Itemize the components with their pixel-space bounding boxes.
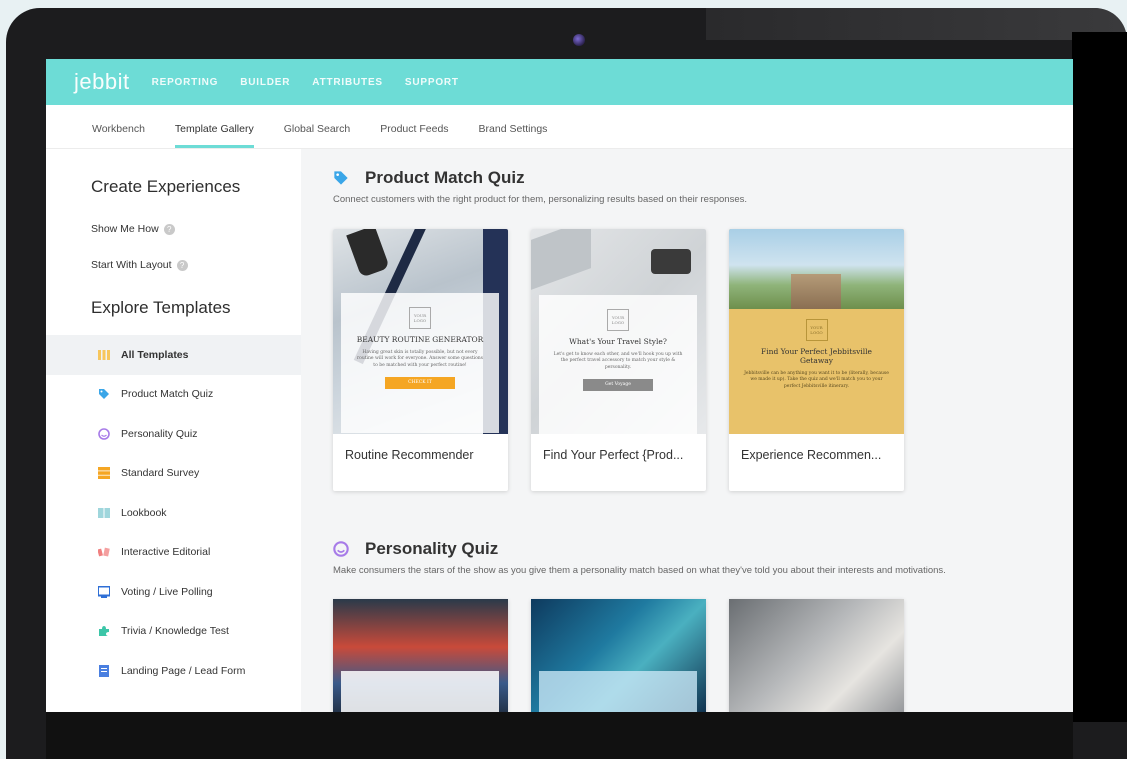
sidebar-item-label: All Templates: [121, 348, 189, 361]
sidebar-item-label: Lookbook: [121, 506, 167, 519]
section-title: Personality Quiz: [333, 539, 1073, 559]
sidebar-item-standard-survey[interactable]: Standard Survey: [46, 454, 301, 494]
puzzle-icon: [99, 626, 109, 637]
nav-reporting[interactable]: REPORTING: [152, 77, 219, 88]
template-card[interactable]: [531, 599, 706, 712]
help-icon[interactable]: ?: [163, 223, 175, 235]
sidebar-item-lookbook[interactable]: Lookbook: [46, 493, 301, 533]
template-card[interactable]: YOUR LOGO Find Your Perfect Jebbitsville…: [729, 229, 904, 491]
sidebar-item-product-match-quiz[interactable]: Product Match Quiz: [46, 375, 301, 415]
card-title: Experience Recommen...: [741, 448, 882, 462]
sidebar-item-label: Landing Page / Lead Form: [121, 664, 246, 677]
sidebar-item-interactive-editorial[interactable]: Interactive Editorial: [46, 533, 301, 573]
template-card[interactable]: [333, 599, 508, 712]
laptop-bottom-bezel: [46, 712, 1073, 759]
template-cards: [333, 599, 1073, 712]
explore-templates-heading: Explore Templates: [91, 298, 231, 317]
tab-product-feeds[interactable]: Product Feeds: [380, 123, 448, 148]
nav-attributes[interactable]: ATTRIBUTES: [312, 77, 383, 88]
bezel-reflection: [706, 8, 1127, 40]
survey-icon: [98, 467, 110, 480]
tab-template-gallery[interactable]: Template Gallery: [174, 123, 254, 148]
sidebar-item-voting[interactable]: Voting / Live Polling: [46, 572, 301, 612]
product-bottle: [346, 229, 390, 278]
show-me-how-link[interactable]: Show Me How ?: [46, 223, 301, 235]
section-personality-quiz: Personality Quiz Make consumers the star…: [333, 539, 1073, 712]
editorial-icon: [98, 547, 110, 557]
card-overlay: YOUR LOGO BEAUTY ROUTINE GENERATOR Havin…: [341, 293, 499, 433]
card-title: Routine Recommender: [345, 448, 474, 462]
sidebar-item-label: Personality Quiz: [121, 427, 198, 440]
template-card[interactable]: YOUR LOGO What's Your Travel Style? Let'…: [531, 229, 706, 491]
card-overlay: [539, 671, 697, 712]
section-description: Make consumers the stars of the show as …: [333, 565, 946, 576]
book-icon: [98, 507, 110, 518]
card-image-travel: YOUR LOGO What's Your Travel Style? Let'…: [531, 229, 706, 434]
section-title-text: Product Match Quiz: [365, 168, 525, 187]
card-title: Find Your Perfect {Prod...: [543, 448, 684, 462]
section-description: Connect customers with the right product…: [333, 194, 747, 205]
grid-icon: [98, 349, 110, 360]
card-image-getaway: YOUR LOGO Find Your Perfect Jebbitsville…: [729, 229, 904, 434]
sidebar-item-all-templates[interactable]: All Templates: [46, 335, 301, 375]
boardwalk-photo: [791, 274, 841, 309]
overlay-body: Let's get to know each other, and we'll …: [553, 352, 683, 370]
logo-placeholder: YOUR LOGO: [805, 319, 828, 341]
overlay-body: Having great skin is totally possible, b…: [357, 350, 483, 368]
tab-brand-settings[interactable]: Brand Settings: [479, 123, 548, 148]
template-list: All Templates Product Match Quiz Persona…: [46, 335, 301, 691]
template-card[interactable]: YOUR LOGO BEAUTY ROUTINE GENERATOR Havin…: [333, 229, 508, 491]
card-overlay: YOUR LOGO Find Your Perfect Jebbitsville…: [729, 309, 904, 434]
sidebar-item-trivia[interactable]: Trivia / Knowledge Test: [46, 612, 301, 652]
sidebar-item-label: Product Match Quiz: [121, 388, 214, 401]
sidebar-item-label: Voting / Live Polling: [121, 585, 213, 598]
start-with-layout-label: Start With Layout: [91, 259, 172, 271]
tab-workbench[interactable]: Workbench: [92, 123, 145, 148]
section-title-text: Personality Quiz: [365, 539, 499, 558]
create-experiences-heading: Create Experiences: [91, 177, 241, 196]
card-overlay: [341, 671, 499, 712]
show-me-how-label: Show Me How: [91, 223, 159, 235]
overlay-title: Find Your Perfect Jebbitsville Getaway: [761, 347, 872, 365]
template-card[interactable]: [729, 599, 904, 712]
bezel-edge: [1072, 32, 1127, 722]
tab-global-search[interactable]: Global Search: [284, 123, 351, 148]
top-bar: jebbit REPORTING BUILDER ATTRIBUTES SUPP…: [46, 59, 1073, 105]
camera-icon: [573, 34, 585, 46]
smile-icon: [98, 427, 110, 440]
overlay-title: BEAUTY ROUTINE GENERATOR: [356, 335, 484, 344]
sidebar-item-label: Standard Survey: [121, 467, 200, 480]
jebbit-logo[interactable]: jebbit: [74, 69, 130, 95]
app-screen: jebbit REPORTING BUILDER ATTRIBUTES SUPP…: [46, 59, 1073, 712]
poll-icon: [98, 585, 110, 598]
logo-placeholder: YOUR LOGO: [409, 307, 431, 329]
tag-icon: [99, 389, 109, 400]
overlay-title: What's Your Travel Style?: [569, 337, 667, 346]
sidebar-item-label: Interactive Editorial: [121, 546, 211, 559]
start-with-layout-link[interactable]: Start With Layout ?: [46, 259, 301, 271]
smile-icon: [333, 541, 349, 557]
sidebar-item-label: Trivia / Knowledge Test: [121, 625, 229, 638]
section-product-match-quiz: Product Match Quiz Connect customers wit…: [333, 168, 1073, 491]
section-title: Product Match Quiz: [333, 168, 1073, 188]
overlay-button: Get Voyage: [583, 378, 653, 391]
laptop-photo: [531, 229, 591, 290]
sidebar: Create Experiences Show Me How ? Start W…: [46, 149, 301, 712]
card-image-beauty: YOUR LOGO BEAUTY ROUTINE GENERATOR Havin…: [333, 229, 508, 434]
nav-builder[interactable]: BUILDER: [240, 77, 290, 88]
nav-support[interactable]: SUPPORT: [405, 77, 459, 88]
camera-photo: [651, 249, 691, 274]
overlay-body: Jebbitsville can be anything you want it…: [744, 371, 889, 389]
template-cards: YOUR LOGO BEAUTY ROUTINE GENERATOR Havin…: [333, 229, 1073, 491]
sidebar-item-landing-page[interactable]: Landing Page / Lead Form: [46, 651, 301, 691]
card-overlay: YOUR LOGO What's Your Travel Style? Let'…: [539, 295, 697, 434]
sub-nav: Workbench Template Gallery Global Search…: [46, 105, 1073, 149]
main-content: Product Match Quiz Connect customers wit…: [333, 149, 1073, 712]
logo-placeholder: YOUR LOGO: [607, 309, 629, 331]
overlay-button: CHECK IT: [385, 376, 455, 389]
sidebar-item-personality-quiz[interactable]: Personality Quiz: [46, 414, 301, 454]
form-icon: [99, 664, 109, 677]
tag-icon: [334, 171, 348, 185]
help-icon[interactable]: ?: [176, 259, 188, 271]
